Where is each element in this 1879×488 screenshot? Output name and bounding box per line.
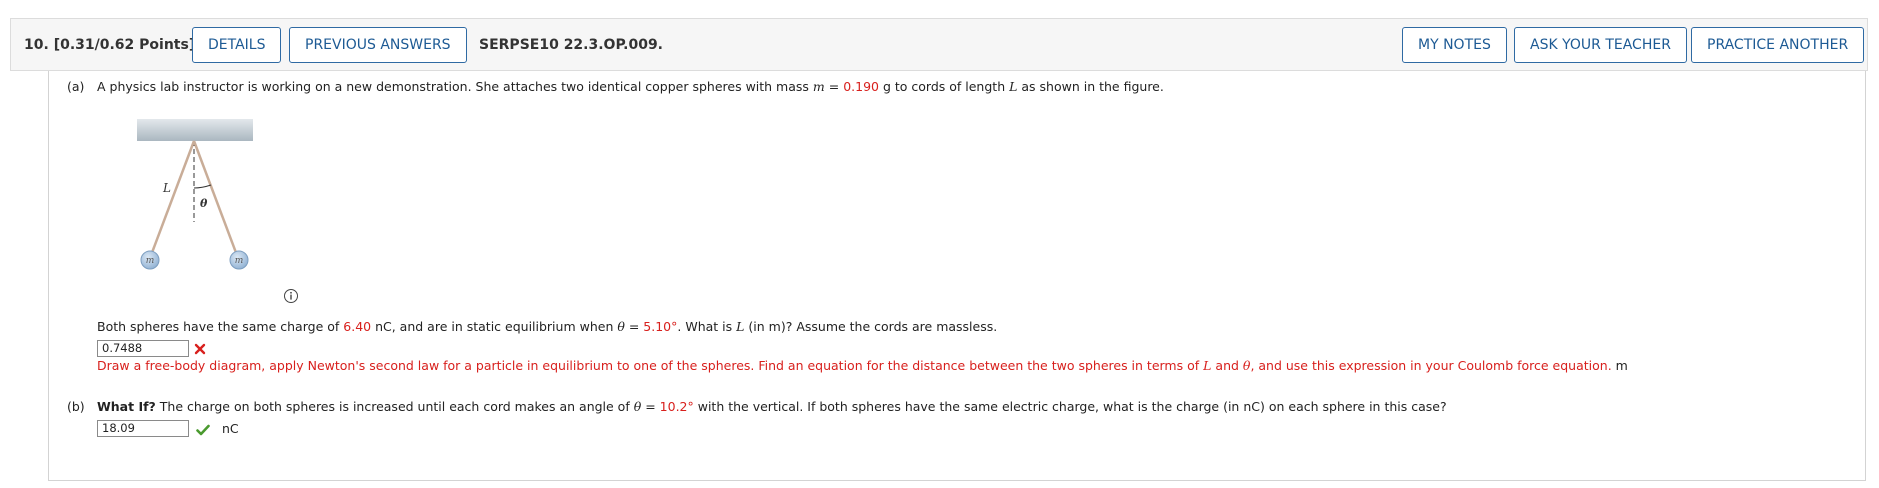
info-icon[interactable]	[283, 288, 299, 304]
part-a-intro: A physics lab instructor is working on a…	[97, 79, 1164, 94]
part-b-question: What If? The charge on both spheres is i…	[97, 399, 1447, 414]
figure-angle-label: θ	[200, 197, 208, 210]
part-b-unit: nC	[222, 421, 239, 436]
previous-answers-button[interactable]: PREVIOUS ANSWERS	[289, 27, 467, 63]
angle-arc	[193, 184, 212, 189]
question-id: SERPSE10 22.3.OP.009.	[479, 37, 664, 53]
question-label: 10. [0.31/0.62 Points]	[24, 37, 195, 53]
figure-length-label: L	[162, 181, 171, 195]
angle-value: 5.10°	[643, 319, 678, 334]
mass-value: 0.190	[843, 79, 879, 94]
part-b-marker: (b)	[67, 399, 85, 414]
part-b-angle-value: 10.2°	[659, 399, 694, 414]
charge-value: 6.40	[343, 319, 372, 334]
what-if-label: What If?	[97, 399, 156, 414]
mass-variable: m	[812, 79, 825, 94]
correct-checkmark-icon	[196, 424, 210, 436]
part-b-answer-field[interactable]: 18.09	[97, 420, 189, 437]
question-body	[48, 71, 1866, 481]
right-sphere-mass-label: m	[235, 256, 244, 266]
ceiling-support	[137, 119, 253, 141]
part-a-feedback: Draw a free-body diagram, apply Newton's…	[97, 358, 1628, 373]
part-a-marker: (a)	[67, 79, 85, 94]
part-a-unit: m	[1615, 358, 1628, 373]
left-cord	[148, 140, 196, 259]
practice-another-button[interactable]: PRACTICE ANOTHER	[1691, 27, 1865, 63]
my-notes-button[interactable]: MY NOTES	[1402, 27, 1507, 63]
question-header: 10. [0.31/0.62 Points] DETAILS PREVIOUS …	[10, 18, 1868, 71]
part-a-question: Both spheres have the same charge of 6.4…	[97, 319, 998, 334]
pendulum-figure: L θ m m	[137, 119, 253, 270]
part-a-answer-field[interactable]: 0.7488	[97, 340, 189, 357]
left-sphere-mass-label: m	[146, 256, 155, 266]
ask-your-teacher-button[interactable]: ASK YOUR TEACHER	[1514, 27, 1687, 63]
question-number: 10.	[24, 37, 49, 53]
question-points: [0.31/0.62 Points]	[53, 37, 196, 53]
incorrect-icon	[194, 343, 206, 355]
details-button[interactable]: DETAILS	[192, 27, 282, 63]
